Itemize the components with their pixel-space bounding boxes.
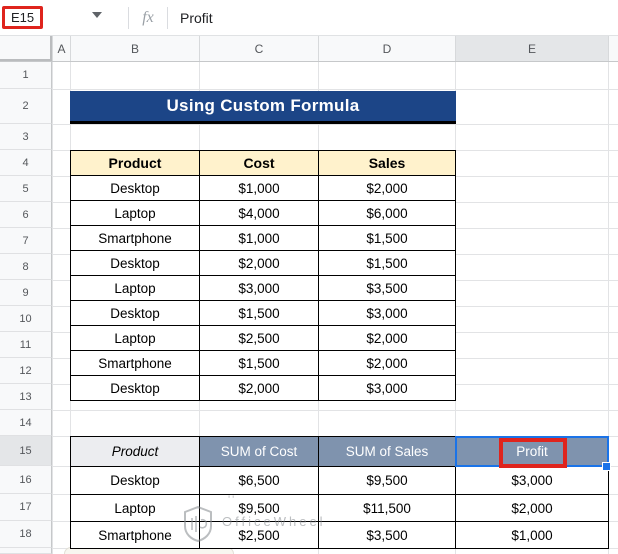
row-header-partial[interactable] <box>0 548 52 554</box>
cell-B15[interactable]: Product <box>71 437 200 467</box>
row-header-10[interactable]: 10 <box>0 306 52 332</box>
column-header-B[interactable]: B <box>70 36 199 61</box>
row-header-8[interactable]: 8 <box>0 254 52 280</box>
gridline <box>52 124 618 125</box>
formula-bar: E15 fx Profit <box>0 0 618 36</box>
row-header-18[interactable]: 18 <box>0 521 52 548</box>
row-header-17[interactable]: 17 <box>0 494 52 521</box>
row-header-11[interactable]: 11 <box>0 332 52 358</box>
cell-B4[interactable]: Product <box>71 151 200 176</box>
cell-B11[interactable]: Laptop <box>71 326 200 351</box>
cell-C12[interactable]: $1,500 <box>200 351 319 376</box>
cell-C4[interactable]: Cost <box>200 151 319 176</box>
pivot-table: ProductSUM of CostSUM of SalesProfit Desk… <box>70 436 609 549</box>
spreadsheet-app: E15 fx Profit ABCDE Using Custom Formula… <box>0 0 618 554</box>
cell-B17[interactable]: Laptop <box>71 495 200 522</box>
cell-C7[interactable]: $1,000 <box>200 226 319 251</box>
formula-input[interactable]: Profit <box>180 10 213 26</box>
cell-E16[interactable]: $3,000 <box>456 467 609 495</box>
cell-C10[interactable]: $1,500 <box>200 301 319 326</box>
fx-icon: fx <box>129 9 167 27</box>
gridline <box>52 410 618 411</box>
title-text: Using Custom Formula <box>166 96 359 116</box>
row-header-9[interactable]: 9 <box>0 280 52 306</box>
row-header-2[interactable]: 2 <box>0 89 52 124</box>
row-header-16[interactable]: 16 <box>0 466 52 494</box>
column-header-D[interactable]: D <box>318 36 455 61</box>
cell-E15[interactable]: Profit <box>456 437 609 467</box>
cell-C11[interactable]: $2,500 <box>200 326 319 351</box>
gridline <box>52 89 618 90</box>
name-box[interactable]: E15 <box>0 0 128 36</box>
cell-C16[interactable]: $6,500 <box>200 467 319 495</box>
cell-D12[interactable]: $2,000 <box>319 351 456 376</box>
cell-B10[interactable]: Desktop <box>71 301 200 326</box>
cell-C9[interactable]: $3,000 <box>200 276 319 301</box>
cell-B6[interactable]: Laptop <box>71 201 200 226</box>
cell-C5[interactable]: $1,000 <box>200 176 319 201</box>
cell-C8[interactable]: $2,000 <box>200 251 319 276</box>
fill-handle[interactable] <box>602 462 611 471</box>
column-header-E[interactable]: E <box>455 36 608 61</box>
cell-B12[interactable]: Smartphone <box>71 351 200 376</box>
divider <box>167 7 168 29</box>
annotation-box-name-cell: E15 <box>2 6 43 29</box>
cell-B5[interactable]: Desktop <box>71 176 200 201</box>
title-banner[interactable]: Using Custom Formula <box>70 91 456 124</box>
cell-B13[interactable]: Desktop <box>71 376 200 401</box>
cell-C18[interactable]: $2,500 <box>200 522 319 549</box>
column-header-row: ABCDE <box>0 36 618 62</box>
cell-D11[interactable]: $2,000 <box>319 326 456 351</box>
gridline <box>52 62 53 554</box>
row-header-3[interactable]: 3 <box>0 124 52 150</box>
row-header-7[interactable]: 7 <box>0 228 52 254</box>
row-header-13[interactable]: 13 <box>0 384 52 410</box>
row-header-1[interactable]: 1 <box>0 62 52 89</box>
cell-D13[interactable]: $3,000 <box>319 376 456 401</box>
select-all-corner[interactable] <box>0 36 52 61</box>
column-header-f-partial[interactable] <box>608 36 618 61</box>
cell-D15[interactable]: SUM of Sales <box>319 437 456 467</box>
source-table: ProductCostSalesDesktop$1,000$2,000Lapto… <box>70 150 456 401</box>
cell-D9[interactable]: $3,500 <box>319 276 456 301</box>
cell-B7[interactable]: Smartphone <box>71 226 200 251</box>
grid-area: Using Custom Formula ProductCostSalesDes… <box>0 62 618 554</box>
cell-B9[interactable]: Laptop <box>71 276 200 301</box>
row-header-6[interactable]: 6 <box>0 202 52 228</box>
cell-D5[interactable]: $2,000 <box>319 176 456 201</box>
row-header-12[interactable]: 12 <box>0 358 52 384</box>
cell-C15[interactable]: SUM of Cost <box>200 437 319 467</box>
cell-D18[interactable]: $3,500 <box>319 522 456 549</box>
cell-D17[interactable]: $11,500 <box>319 495 456 522</box>
cell-D4[interactable]: Sales <box>319 151 456 176</box>
cell-D6[interactable]: $6,000 <box>319 201 456 226</box>
cell-D7[interactable]: $1,500 <box>319 226 456 251</box>
chevron-down-icon[interactable] <box>92 12 102 18</box>
cell-E17[interactable]: $2,000 <box>456 495 609 522</box>
row-header-14[interactable]: 14 <box>0 410 52 436</box>
name-box-value: E15 <box>11 10 34 25</box>
column-header-C[interactable]: C <box>199 36 318 61</box>
cell-D8[interactable]: $1,500 <box>319 251 456 276</box>
cell-C6[interactable]: $4,000 <box>200 201 319 226</box>
cell-B16[interactable]: Desktop <box>71 467 200 495</box>
row-header-4[interactable]: 4 <box>0 150 52 176</box>
cell-D10[interactable]: $3,000 <box>319 301 456 326</box>
cell-B18[interactable]: Smartphone <box>71 522 200 549</box>
cell-E18[interactable]: $1,000 <box>456 522 609 549</box>
column-header-A[interactable]: A <box>52 36 70 61</box>
row-header-15[interactable]: 15 <box>0 436 52 466</box>
cell-C13[interactable]: $2,000 <box>200 376 319 401</box>
cell-D16[interactable]: $9,500 <box>319 467 456 495</box>
cell-C17[interactable]: $9,500 <box>200 495 319 522</box>
row-header-5[interactable]: 5 <box>0 176 52 202</box>
cell-B8[interactable]: Desktop <box>71 251 200 276</box>
